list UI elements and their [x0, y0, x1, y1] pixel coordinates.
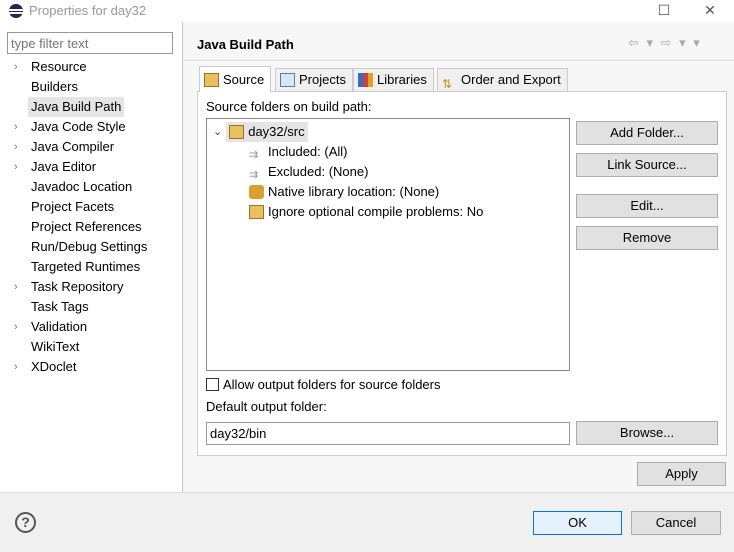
chevron-right-icon[interactable]: ›: [14, 57, 18, 77]
sidebar-item[interactable]: Java Editor: [31, 157, 96, 177]
chevron-right-icon[interactable]: ›: [14, 137, 18, 157]
sidebar-item[interactable]: Project References: [31, 217, 142, 237]
folder-icon: [280, 73, 295, 87]
sidebar-item[interactable]: XDoclet: [31, 357, 77, 377]
chevron-right-icon[interactable]: ›: [14, 317, 18, 337]
tree-item[interactable]: ⇉ Included: (All): [249, 142, 347, 162]
close-button[interactable]: ✕: [690, 0, 730, 22]
sidebar-item[interactable]: Project Facets: [31, 197, 114, 217]
allow-output-folders-checkbox[interactable]: Allow output folders for source folders: [206, 377, 441, 392]
default-output-label: Default output folder:: [206, 399, 327, 414]
exclusion-filter-icon: ⇉: [249, 169, 259, 181]
compile-problems-icon: [249, 205, 264, 219]
chevron-right-icon[interactable]: ›: [14, 357, 18, 377]
divider: [184, 60, 734, 61]
chevron-right-icon[interactable]: ›: [14, 117, 18, 137]
sidebar-item[interactable]: WikiText: [31, 337, 79, 357]
sidebar-item[interactable]: Builders: [31, 77, 78, 97]
link-source-button[interactable]: Link Source...: [576, 153, 718, 177]
tab-order-and-export[interactable]: ⇅ Order and Export: [437, 68, 568, 91]
sidebar-item[interactable]: Resource: [31, 57, 87, 77]
source-folder-icon: [204, 72, 219, 87]
sidebar-item[interactable]: Javadoc Location: [31, 177, 132, 197]
history-navigation[interactable]: ⇦ ▾ ⇨ ▾ ▾: [628, 35, 702, 51]
add-folder-button[interactable]: Add Folder...: [576, 121, 718, 145]
divider: [0, 492, 734, 493]
source-folder-icon: [229, 125, 245, 139]
page-title: Java Build Path: [197, 37, 294, 52]
browse-button[interactable]: Browse...: [576, 421, 718, 445]
help-icon[interactable]: ?: [15, 512, 36, 533]
native-library-icon: [249, 185, 264, 199]
chevron-down-icon[interactable]: ⌄: [213, 122, 222, 142]
maximize-button[interactable]: ☐: [644, 0, 684, 22]
sidebar-item[interactable]: Task Repository: [31, 277, 123, 297]
tree-item-root[interactable]: ⌄ day32/src: [213, 122, 308, 142]
sidebar-item[interactable]: Java Code Style: [31, 117, 126, 137]
window-title: Properties for day32: [29, 3, 147, 18]
tree-item[interactable]: Native library location: (None): [249, 182, 439, 202]
eclipse-icon: [9, 4, 23, 18]
filter-input[interactable]: [7, 32, 173, 54]
source-folders-label: Source folders on build path:: [206, 99, 372, 114]
sidebar-item[interactable]: Java Build Path: [28, 97, 125, 117]
tab-libraries[interactable]: Libraries: [353, 68, 434, 91]
sidebar-item[interactable]: Run/Debug Settings: [31, 237, 147, 257]
sidebar-item[interactable]: Targeted Runtimes: [31, 257, 140, 277]
source-tree[interactable]: ⌄ day32/src ⇉ Included: (All) ⇉ Excluded: …: [206, 118, 570, 371]
sidebar-item[interactable]: Java Compiler: [31, 137, 114, 157]
sidebar-item[interactable]: Task Tags: [31, 297, 89, 317]
tab-projects[interactable]: Projects: [275, 68, 353, 91]
default-output-field[interactable]: day32/bin: [206, 422, 570, 445]
remove-button[interactable]: Remove: [576, 226, 718, 250]
ok-button[interactable]: OK: [533, 511, 622, 535]
libraries-icon: [358, 73, 373, 87]
apply-button[interactable]: Apply: [637, 462, 726, 486]
tab-source[interactable]: Source: [199, 66, 272, 92]
inclusion-filter-icon: ⇉: [249, 149, 259, 161]
checkbox-box[interactable]: [206, 378, 219, 391]
tree-item[interactable]: ⇉ Excluded: (None): [249, 162, 368, 182]
chevron-right-icon[interactable]: ›: [14, 277, 18, 297]
sidebar-item[interactable]: Validation: [31, 317, 87, 337]
tree-item[interactable]: Ignore optional compile problems: No: [249, 202, 483, 222]
edit-button[interactable]: Edit...: [576, 194, 718, 218]
cancel-button[interactable]: Cancel: [631, 511, 721, 535]
order-icon: ⇅: [442, 77, 453, 91]
chevron-right-icon[interactable]: ›: [14, 157, 18, 177]
